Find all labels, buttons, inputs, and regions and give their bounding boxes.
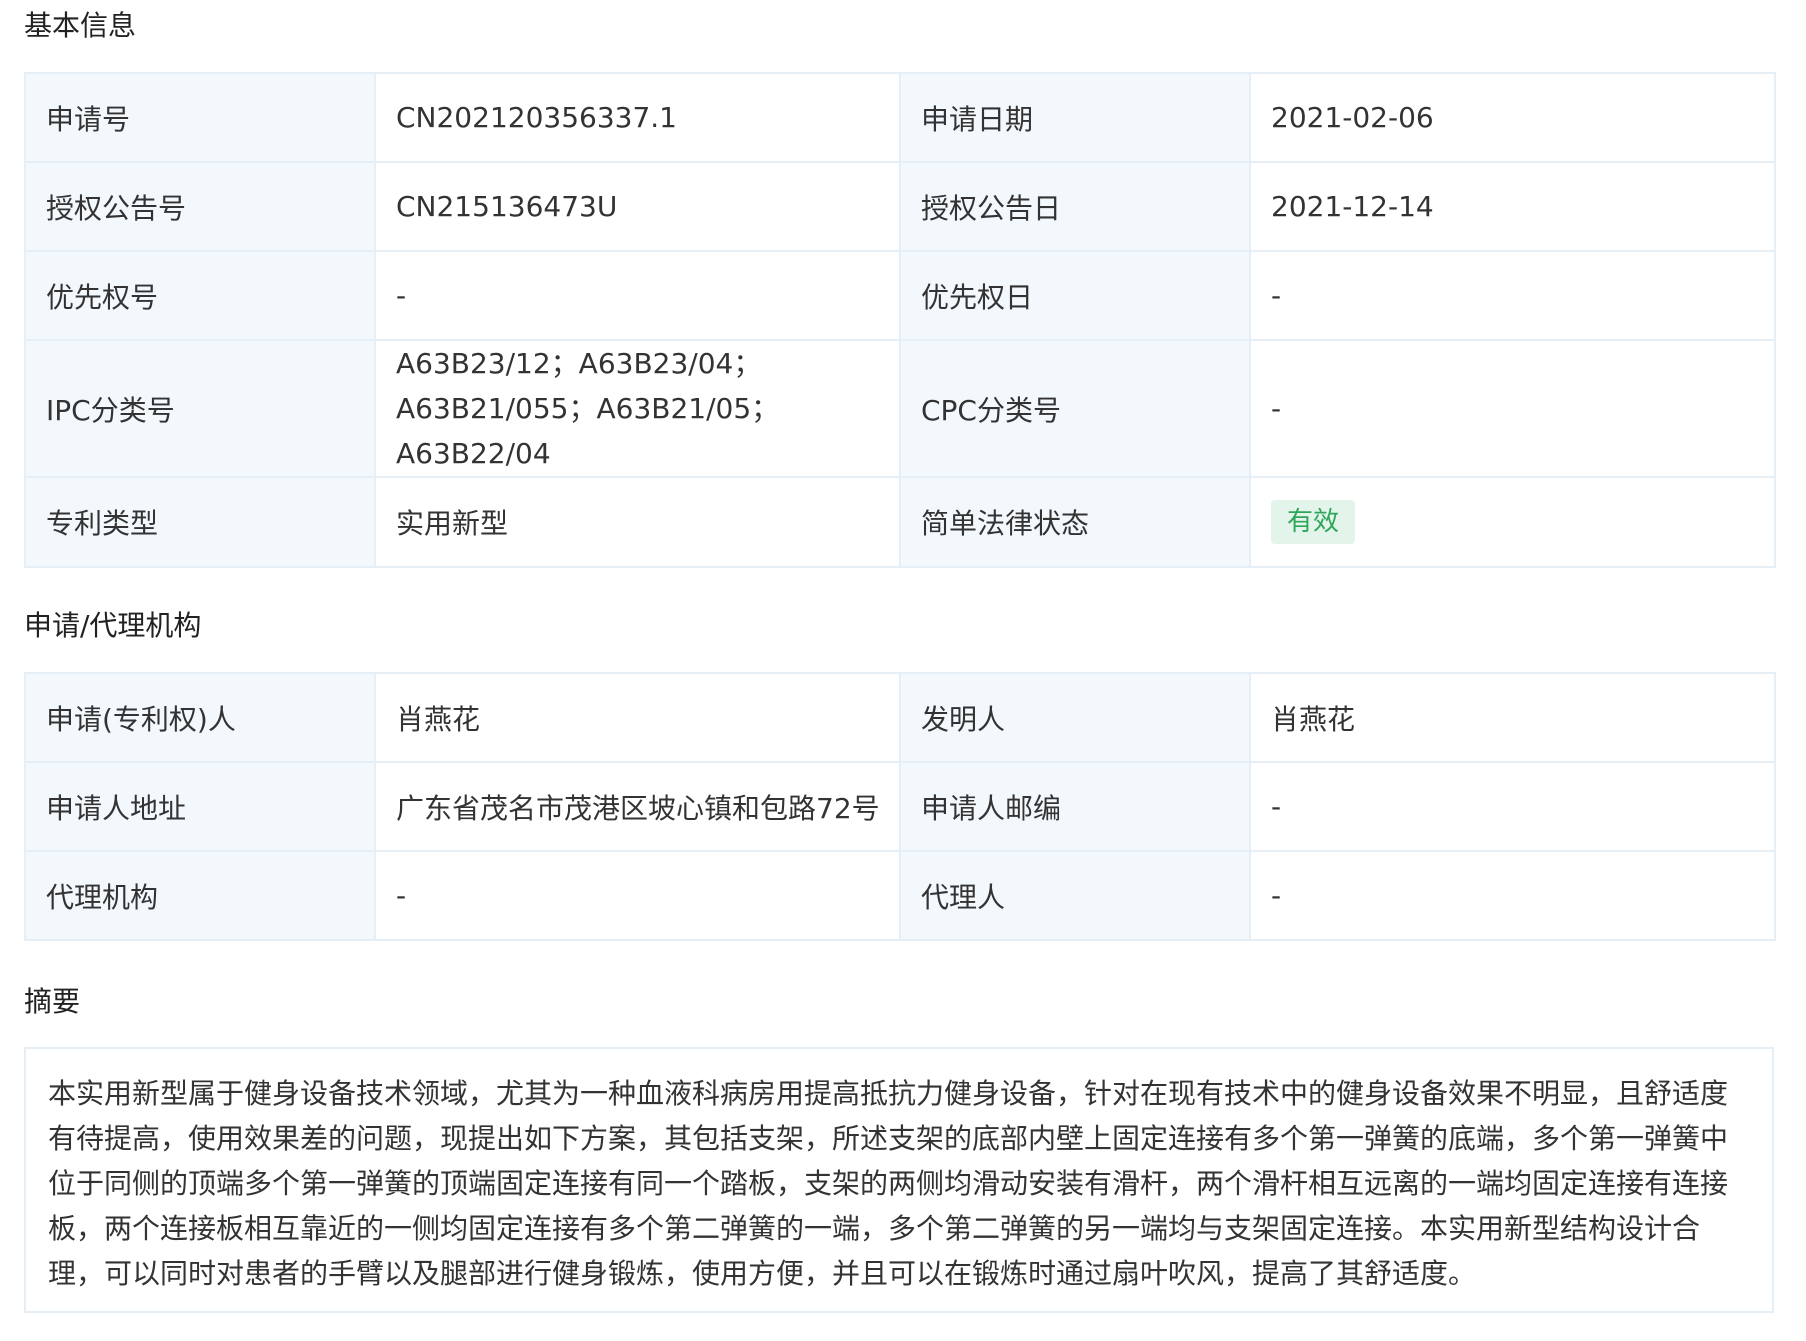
table-row: 申请号 CN202120356337.1 申请日期 2021-02-06 (24, 72, 1776, 163)
abstract-text: 本实用新型属于健身设备技术领域，尤其为一种血液科病房用提高抵抗力健身设备，针对在… (24, 1047, 1774, 1313)
field-label: 专利类型 (24, 476, 376, 568)
agent-name: - (1249, 850, 1776, 941)
priority-date: - (1249, 250, 1776, 341)
table-row: 专利类型 实用新型 简单法律状态 有效 (24, 476, 1776, 568)
grant-publication-date: 2021-12-14 (1249, 161, 1776, 252)
patent-type: 实用新型 (374, 476, 901, 568)
applicant-postcode: - (1249, 761, 1776, 852)
applicant-address: 广东省茂名市茂港区坡心镇和包路72号 (374, 761, 901, 852)
legal-status-badge: 有效 (1271, 500, 1356, 544)
field-label: 申请(专利权)人 (24, 672, 376, 763)
field-label: 申请号 (24, 72, 376, 163)
table-row: 优先权号 - 优先权日 - (24, 250, 1776, 341)
table-row: 申请人地址 广东省茂名市茂港区坡心镇和包路72号 申请人邮编 - (24, 761, 1776, 852)
grant-publication-number: CN215136473U (374, 161, 901, 252)
application-number: CN202120356337.1 (374, 72, 901, 163)
basic-info-table: 申请号 CN202120356337.1 申请日期 2021-02-06 授权公… (24, 72, 1776, 568)
legal-status-cell: 有效 (1249, 476, 1776, 568)
application-date: 2021-02-06 (1249, 72, 1776, 163)
field-label: 优先权号 (24, 250, 376, 341)
field-label: 发明人 (899, 672, 1251, 763)
field-label: 申请人邮编 (899, 761, 1251, 852)
field-label: 授权公告日 (899, 161, 1251, 252)
section-title-applicant-agency: 申请/代理机构 (24, 609, 202, 642)
ipc-classification: A63B23/12；A63B23/04；A63B21/055；A63B21/05… (374, 339, 901, 478)
field-label: 代理机构 (24, 850, 376, 941)
field-label: 简单法律状态 (899, 476, 1251, 568)
section-title-basic-info: 基本信息 (24, 9, 137, 42)
field-label: 申请日期 (899, 72, 1251, 163)
agency-name: - (374, 850, 901, 941)
agency-table: 申请(专利权)人 肖燕花 发明人 肖燕花 申请人地址 广东省茂名市茂港区坡心镇和… (24, 672, 1776, 941)
field-label: CPC分类号 (899, 339, 1251, 478)
cpc-classification: - (1249, 339, 1776, 478)
table-row: 授权公告号 CN215136473U 授权公告日 2021-12-14 (24, 161, 1776, 252)
field-label: 授权公告号 (24, 161, 376, 252)
field-label: 优先权日 (899, 250, 1251, 341)
table-row: 申请(专利权)人 肖燕花 发明人 肖燕花 (24, 672, 1776, 763)
field-label: 代理人 (899, 850, 1251, 941)
field-label: 申请人地址 (24, 761, 376, 852)
inventor: 肖燕花 (1249, 672, 1776, 763)
priority-number: - (374, 250, 901, 341)
field-label: IPC分类号 (24, 339, 376, 478)
section-title-abstract: 摘要 (24, 985, 81, 1018)
table-row: 代理机构 - 代理人 - (24, 850, 1776, 941)
table-row: IPC分类号 A63B23/12；A63B23/04；A63B21/055；A6… (24, 339, 1776, 478)
applicant: 肖燕花 (374, 672, 901, 763)
